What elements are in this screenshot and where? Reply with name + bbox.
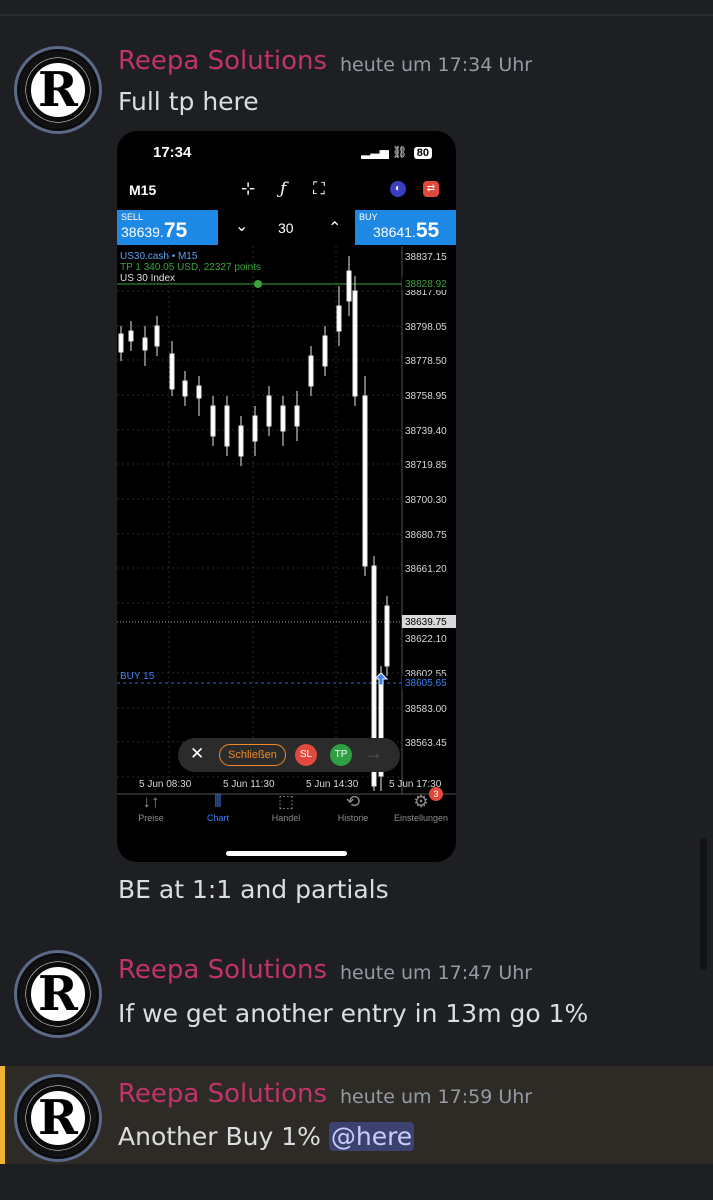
symbol-name: US 30 Index <box>120 273 175 284</box>
tp-price-label: 38828.92 <box>405 279 447 290</box>
bottom-tab-bar: ↓↑ Preise ⫴ Chart ⬚ Handel ⟲ Historie ⚙ … <box>117 787 456 837</box>
price-label: 38758.95 <box>405 391 447 402</box>
price-chart[interactable]: 38837.15 38817.60 38798.05 38778.50 3875… <box>117 246 456 801</box>
buy-line-label: BUY 15 <box>120 671 155 682</box>
price-label: 38798.05 <box>405 322 447 333</box>
screenshot-attachment[interactable]: 17:34 ▂▃▅ ⛓ 80 M15 ⊹ ƒ ⛶ ◐ ⇄ SELL 38639.… <box>117 131 456 862</box>
time-label: 5 Jun 11:30 <box>223 779 275 790</box>
status-time: 17:34 <box>153 144 192 161</box>
buy-button[interactable]: BUY 38641.55 <box>355 210 456 245</box>
lot-increase-button[interactable]: ⌃ <box>328 218 341 238</box>
tab-handel[interactable]: ⬚ Handel <box>252 791 320 823</box>
gear-icon: ⚙ <box>413 792 429 811</box>
time-label: 5 Jun 14:30 <box>306 779 359 790</box>
tab-label: Handel <box>271 813 301 823</box>
crosshair-icon[interactable]: ⊹ <box>241 179 255 199</box>
chart-icon: ⫴ <box>214 792 222 811</box>
mention-highlight-bar <box>0 1066 5 1164</box>
objects-icon[interactable]: ⛶ <box>313 179 325 199</box>
signal-icon: ▂▃▅ <box>361 145 389 159</box>
price-label: 38719.85 <box>405 460 447 471</box>
tab-historie[interactable]: ⟲ Historie <box>319 791 387 823</box>
message-text-body: Another Buy 1% <box>118 1122 329 1151</box>
algo-trading-icon[interactable]: ◐ <box>390 181 406 197</box>
lot-value[interactable]: 30 <box>278 220 294 236</box>
lot-decrease-button[interactable]: ⌄ <box>235 216 248 236</box>
price-label: 38837.15 <box>405 252 447 263</box>
buy-price-label: 38605.65 <box>405 678 447 689</box>
tab-chart[interactable]: ⫴ Chart <box>184 791 252 823</box>
price-label: 38700.30 <box>405 495 447 506</box>
divider <box>0 14 713 16</box>
stop-loss-button[interactable]: SL <box>295 744 317 766</box>
avatar[interactable]: R <box>20 1080 96 1156</box>
message-timestamp: heute um 17:47 Uhr <box>340 962 533 984</box>
message-text: Another Buy 1% @here <box>118 1122 415 1151</box>
message-text: If we get another entry in 13m go 1% <box>118 999 589 1028</box>
close-position-button[interactable]: Schließen <box>219 744 286 766</box>
lot-stepper[interactable]: ⌄ 30 ⌃ <box>218 210 355 245</box>
function-icon[interactable]: ƒ <box>280 179 286 199</box>
battery-icon: 80 <box>413 147 432 159</box>
price-label: 38661.20 <box>405 564 447 575</box>
one-click-icon[interactable]: ⇄ <box>423 181 439 197</box>
scrollbar-thumb[interactable] <box>700 838 707 970</box>
mention-here[interactable]: @here <box>328 1122 415 1151</box>
tab-label: Historie <box>337 813 369 823</box>
price-label: 38563.45 <box>405 738 447 749</box>
message-author[interactable]: Reepa Solutions <box>118 955 327 985</box>
avatar-letter: R <box>38 62 78 118</box>
tp-marker[interactable] <box>254 280 262 288</box>
notification-badge: 3 <box>429 787 443 801</box>
message-timestamp: heute um 17:34 Uhr <box>340 54 533 76</box>
sell-price: 38639.75 <box>121 219 188 242</box>
message-author[interactable]: Reepa Solutions <box>118 46 327 76</box>
home-indicator <box>226 851 347 856</box>
tab-label: Einstellungen <box>393 813 449 823</box>
price-label: 38583.00 <box>405 704 447 715</box>
message-text: BE at 1:1 and partials <box>118 875 389 904</box>
arrow-right-icon[interactable]: → <box>365 743 383 764</box>
price-label: 38739.40 <box>405 426 447 437</box>
tab-label: Chart <box>206 813 229 823</box>
avatar-letter: R <box>38 966 78 1022</box>
price-label: 38778.50 <box>405 356 447 367</box>
message-text: Full tp here <box>118 87 259 116</box>
link-icon: ⛓ <box>392 145 408 159</box>
timeframe-selector[interactable]: M15 <box>129 182 156 198</box>
sell-button[interactable]: SELL 38639.75 <box>117 210 218 245</box>
position-action-bubble[interactable]: ✕ Schließen SL TP → <box>178 738 400 772</box>
message-timestamp: heute um 17:59 Uhr <box>340 1086 533 1108</box>
history-icon: ⟲ <box>345 792 361 811</box>
avatar[interactable]: R <box>20 52 96 128</box>
take-profit-button[interactable]: TP <box>330 744 352 766</box>
status-icons: ▂▃▅ ⛓ 80 <box>361 145 432 159</box>
trade-icon: ⬚ <box>277 792 295 811</box>
bid-price-label: 38639.75 <box>405 617 447 628</box>
buy-price: 38641.55 <box>373 219 440 242</box>
tab-preise[interactable]: ↓↑ Preise <box>117 791 185 823</box>
tab-einstellungen[interactable]: ⚙ Einstellungen 3 <box>387 787 455 823</box>
quotes-icon: ↓↑ <box>142 792 160 811</box>
tp-label: TP 1 340.05 USD, 22327 points <box>120 262 261 273</box>
message-author[interactable]: Reepa Solutions <box>118 1079 327 1109</box>
time-label: 5 Jun 08:30 <box>139 779 192 790</box>
price-label: 38622.10 <box>405 634 447 645</box>
avatar[interactable]: R <box>20 956 96 1032</box>
price-label: 38680.75 <box>405 530 447 541</box>
tab-label: Preise <box>138 813 164 823</box>
avatar-letter: R <box>38 1090 78 1146</box>
symbol-line: US30.cash • M15 <box>120 251 198 262</box>
close-icon[interactable]: ✕ <box>190 744 204 764</box>
